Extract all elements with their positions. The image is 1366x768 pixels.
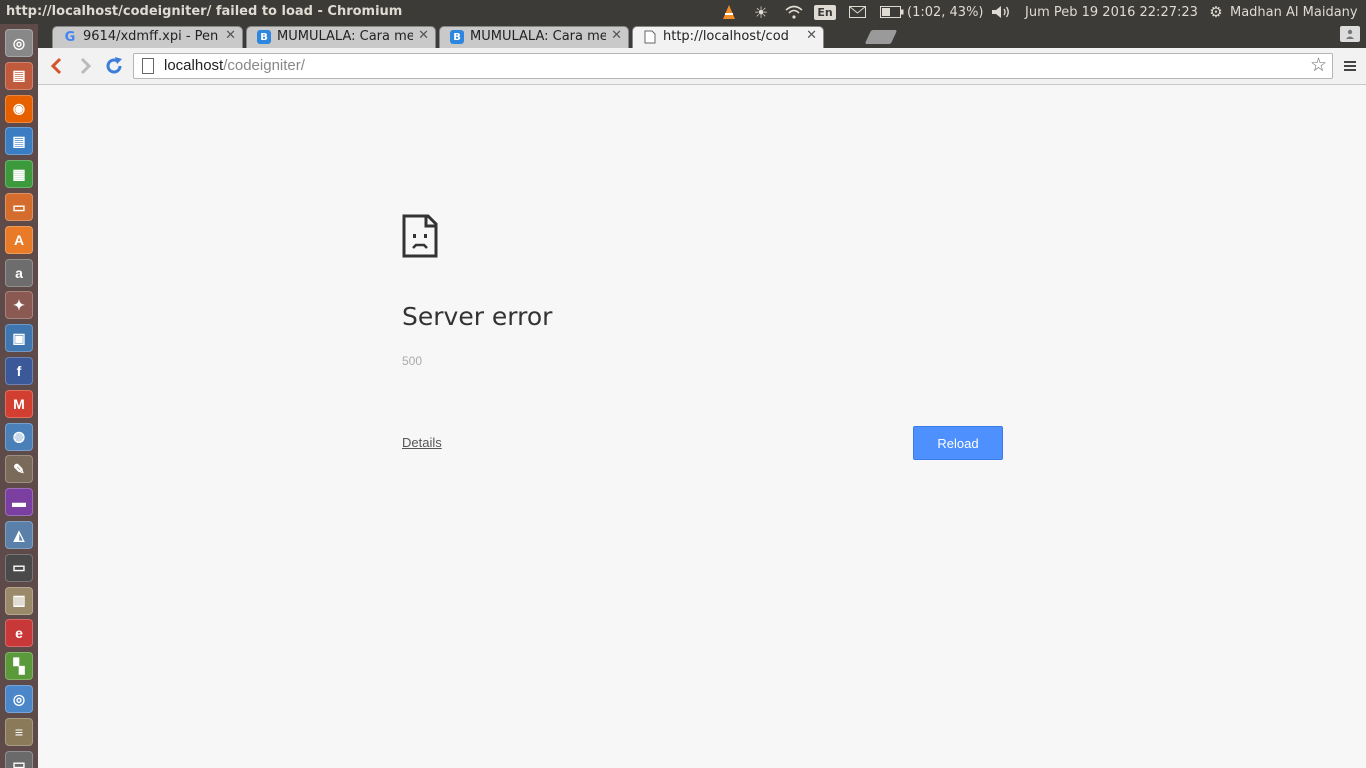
app-e-icon[interactable]: e [5, 619, 33, 648]
url-path: /codeigniter/ [223, 57, 305, 74]
window-title: http://localhost/codeigniter/ failed to … [6, 4, 403, 19]
tab-label: http://localhost/cod [663, 29, 789, 44]
hamburger-menu-icon [1344, 61, 1356, 71]
dash-home-icon[interactable]: ◎ [5, 29, 33, 57]
google-favicon-icon: G [64, 29, 76, 45]
terminal-icon[interactable]: ▭ [5, 553, 33, 582]
tab-label: MUMULALA: Cara me [277, 29, 413, 44]
menu-button[interactable] [1338, 54, 1362, 78]
refresh-icon [106, 57, 122, 74]
software-center-icon[interactable]: A [5, 225, 33, 254]
monitor-icon[interactable]: ▣ [5, 324, 33, 353]
text-editor-icon[interactable]: ✎ [5, 455, 33, 484]
reload-toolbar-button[interactable] [102, 54, 126, 78]
media-app-icon[interactable]: ▬ [5, 488, 33, 517]
impress-icon[interactable]: ▭ [5, 193, 33, 221]
tab-2[interactable]: B MUMULALA: Cara me ✕ [246, 26, 436, 48]
clock[interactable]: Jum Peb 19 2016 22:27:23 [1025, 3, 1198, 21]
volume-icon[interactable] [990, 3, 1012, 21]
error-code: 500 [402, 354, 423, 368]
close-tab-icon[interactable]: ✕ [806, 28, 817, 43]
tab-active[interactable]: http://localhost/cod ✕ [632, 26, 824, 49]
archive-icon[interactable]: ▥ [5, 586, 33, 615]
new-tab-button[interactable] [864, 30, 898, 44]
address-bar[interactable]: localhost/codeigniter/ ☆ [133, 53, 1333, 79]
url-text[interactable]: localhost/codeigniter/ [164, 57, 305, 74]
battery-icon[interactable] [879, 3, 905, 21]
forward-button[interactable] [74, 54, 98, 78]
error-title: Server error [402, 302, 553, 331]
tab-label: 9614/xdmff.xpi - Pen [83, 29, 219, 44]
url-host: localhost [164, 57, 224, 74]
page-favicon-icon [643, 30, 657, 44]
unity-launcher: ◎ ▤ ◉ ▤ ▦ ▭ Aa ✦ ▣ f M ◍ ✎ ▬ ◭ ▭ ▥ e ▚ ◎ ≡ ▭ [0, 24, 38, 768]
tab-1[interactable]: G 9614/xdmff.xpi - Pen ✕ [52, 26, 243, 48]
back-arrow-icon [50, 57, 62, 75]
tab-3[interactable]: B MUMULALA: Cara me ✕ [439, 26, 629, 48]
vlc-tray-icon[interactable] [719, 3, 739, 21]
battery-status: (1:02, 43%) [907, 4, 984, 20]
profile-icon[interactable] [1340, 26, 1360, 42]
back-button[interactable] [44, 54, 68, 78]
keyboard-indicator[interactable]: En [814, 3, 836, 21]
close-tab-icon[interactable]: ✕ [225, 28, 236, 43]
page-icon [142, 58, 154, 74]
close-tab-icon[interactable]: ✕ [611, 28, 622, 43]
mail-icon[interactable] [847, 3, 867, 21]
writer-icon[interactable]: ▤ [5, 127, 33, 156]
error-page: Server error 500 Details Reload [38, 86, 1366, 768]
firefox-icon[interactable]: ◉ [5, 94, 33, 123]
stacked-app-icon[interactable]: ≡ [5, 717, 33, 746]
keyboard-layout-label: En [814, 4, 836, 20]
blogger-favicon-icon: B [450, 30, 464, 44]
system-settings-icon[interactable]: ✦ [5, 291, 33, 320]
gear-icon[interactable]: ⚙ [1207, 3, 1225, 21]
tab-label: MUMULALA: Cara me [470, 29, 606, 44]
chromium-icon[interactable]: ◎ [5, 685, 33, 713]
image-viewer-icon[interactable]: ◭ [5, 521, 33, 549]
trash-icon[interactable]: ▭ [5, 750, 33, 768]
brightness-icon[interactable]: ☀ [750, 3, 772, 22]
calc-icon[interactable]: ▦ [5, 160, 33, 189]
forward-arrow-icon [80, 57, 92, 75]
multicolor-app-icon[interactable]: ▚ [5, 652, 33, 681]
sad-page-icon [402, 214, 438, 258]
gmail-icon[interactable]: M [5, 389, 33, 418]
bookmark-star-icon[interactable]: ☆ [1310, 54, 1327, 76]
facebook-icon[interactable]: f [5, 357, 33, 385]
blogger-favicon-icon: B [257, 30, 271, 44]
network-icon[interactable]: ◍ [5, 422, 33, 451]
files-icon[interactable]: ▤ [5, 61, 33, 90]
wifi-icon[interactable] [783, 3, 805, 21]
reload-button[interactable]: Reload [913, 426, 1003, 460]
amazon-icon[interactable]: a [5, 258, 33, 287]
details-link[interactable]: Details [402, 435, 442, 450]
close-tab-icon[interactable]: ✕ [418, 28, 429, 43]
top-panel: http://localhost/codeigniter/ failed to … [0, 0, 1366, 24]
user-name[interactable]: Madhan Al Maidany [1230, 3, 1358, 21]
browser-toolbar: localhost/codeigniter/ ☆ [38, 48, 1366, 85]
tab-strip: G 9614/xdmff.xpi - Pen ✕ B MUMULALA: Car… [38, 24, 1366, 49]
